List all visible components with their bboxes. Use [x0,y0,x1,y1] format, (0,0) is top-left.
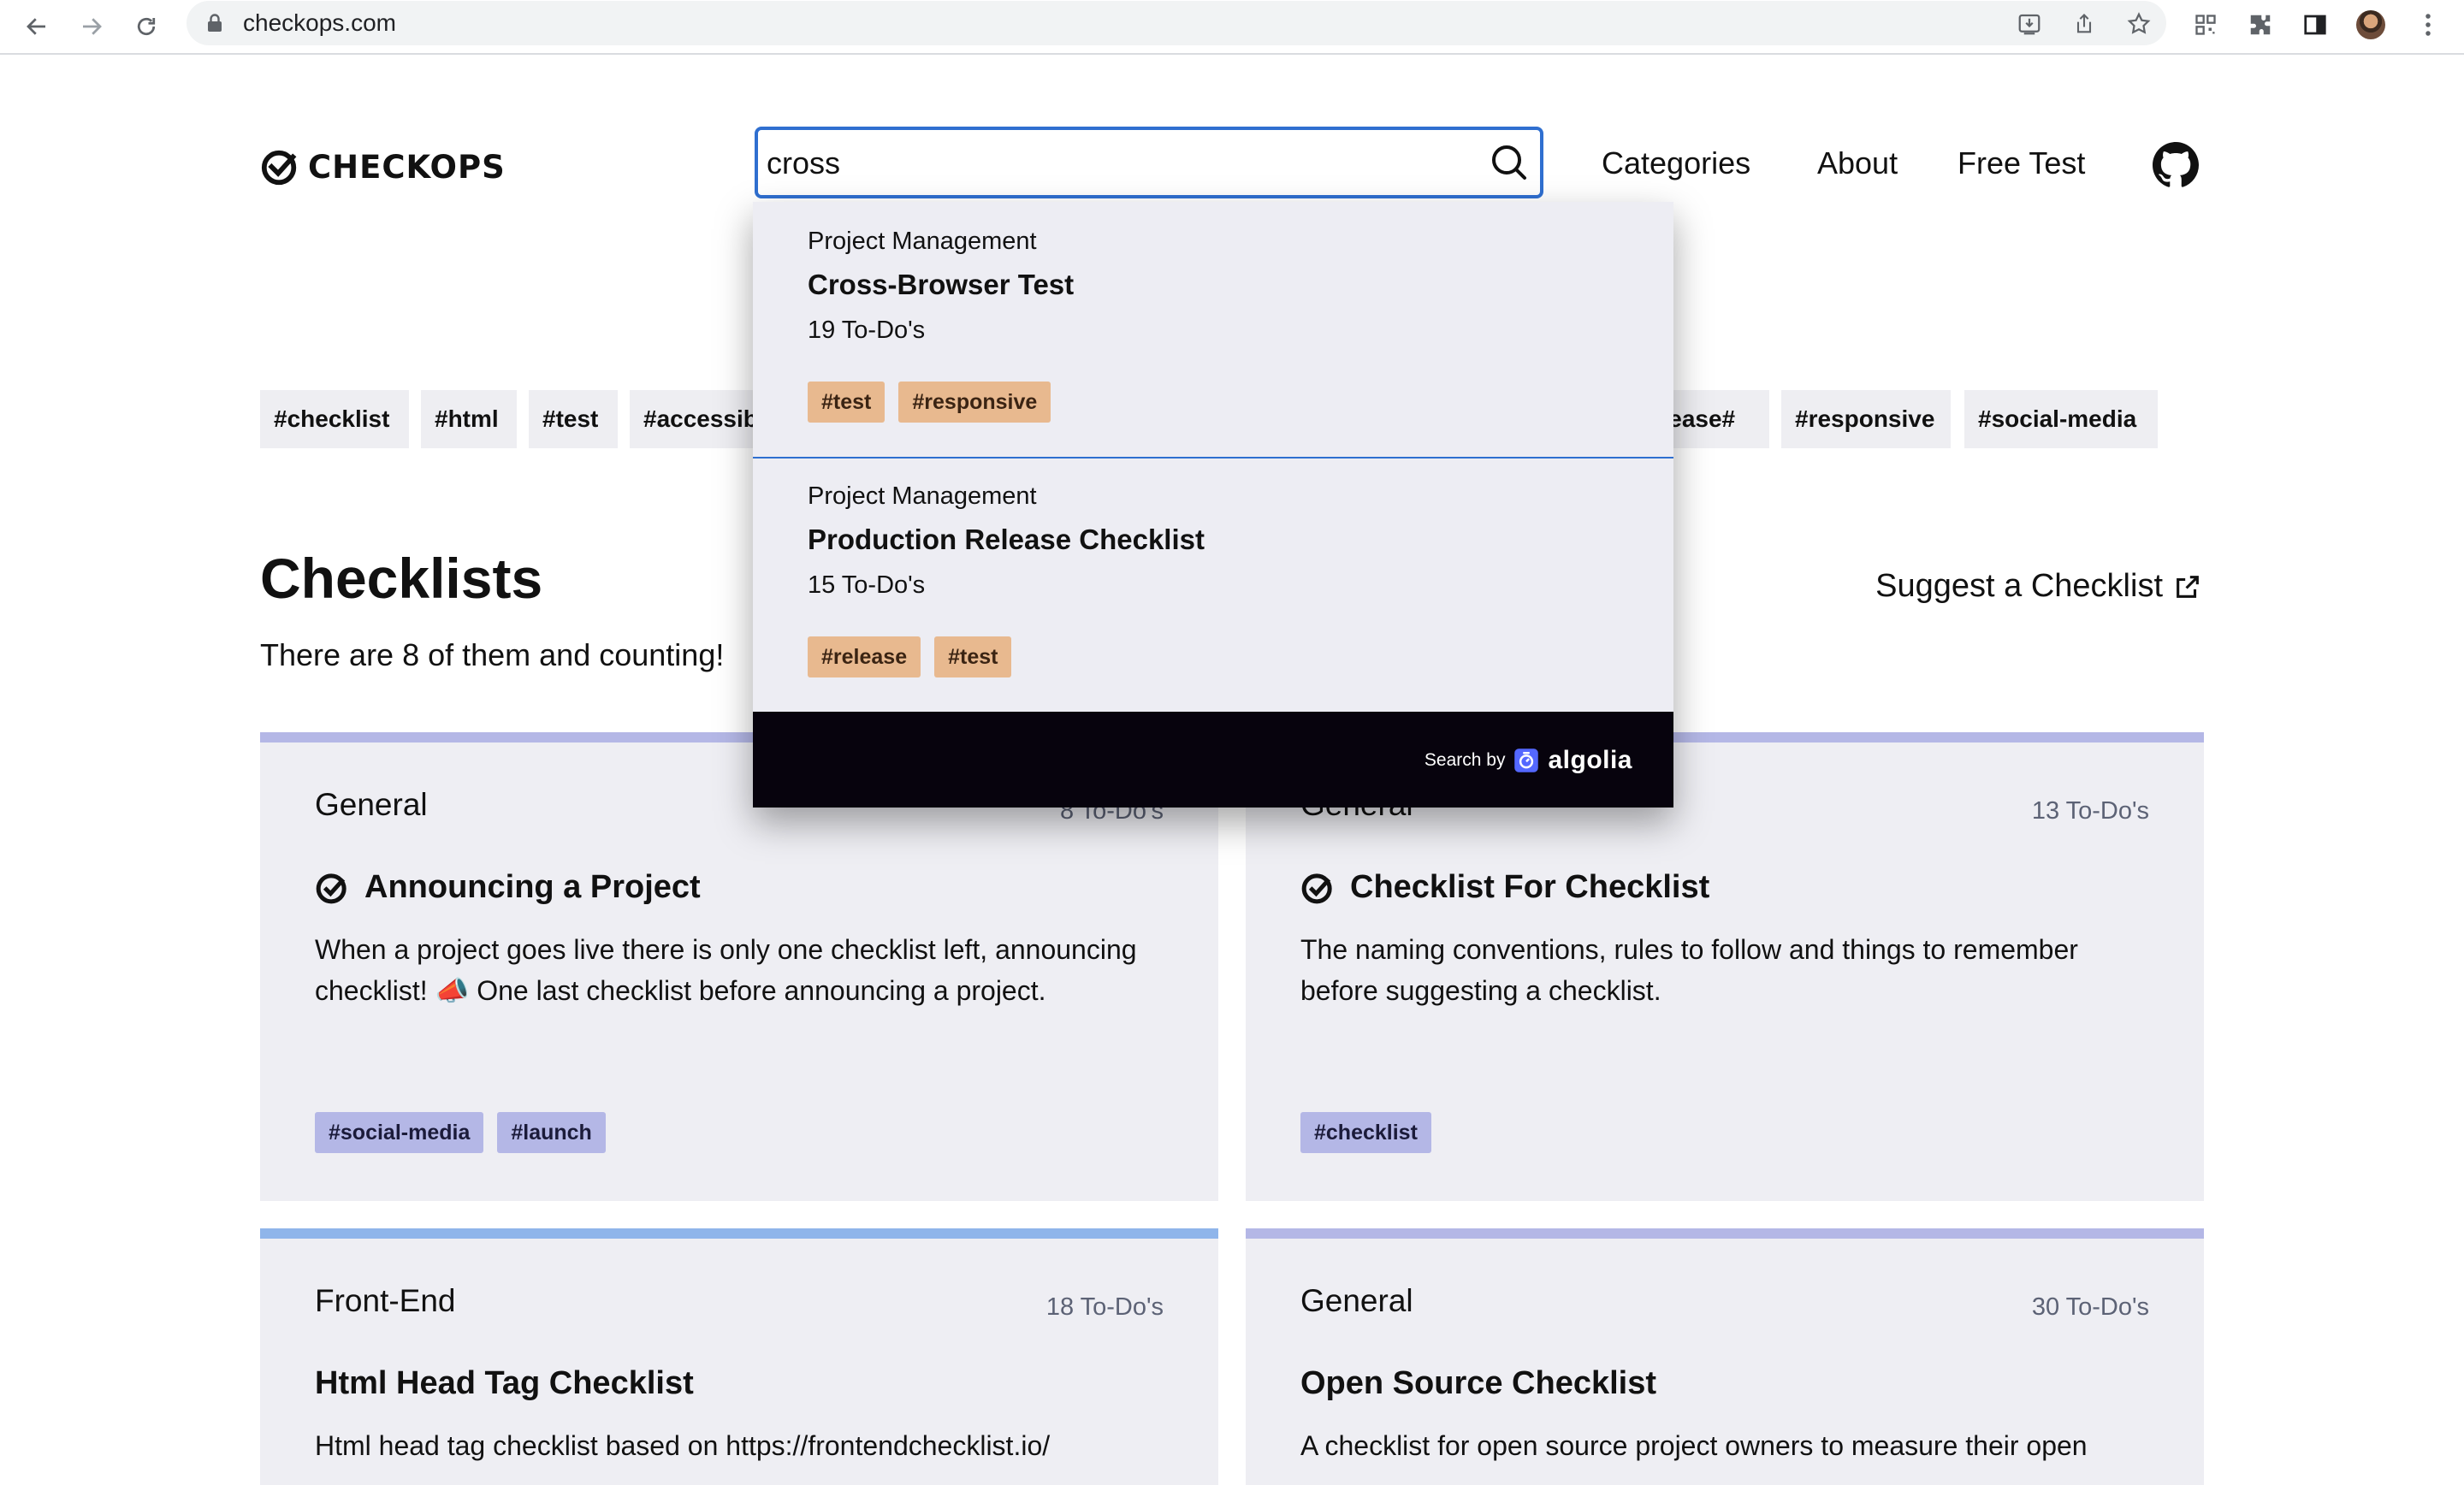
url-text: checkops.com [243,9,396,36]
extensions-puzzle-icon[interactable] [2245,9,2276,40]
arrow-right-icon [83,18,102,35]
nav-about[interactable]: About [1817,145,1898,181]
profile-avatar[interactable] [2356,10,2385,39]
card-category: Front-End [315,1283,456,1318]
side-panel-icon[interactable] [2300,9,2331,40]
card-title: Announcing a Project [364,869,701,905]
tag-chip-social-media[interactable]: #social-media [1964,390,2158,448]
tag-chip-responsive[interactable]: #responsive [1781,390,1951,448]
result-tag[interactable]: #responsive [898,382,1051,423]
card-tag[interactable]: #checklist [1300,1112,1431,1153]
search-autocomplete-panel: Project Management Cross-Browser Test 19… [753,202,1673,808]
more-menu-icon[interactable] [2413,9,2443,40]
card-title-row: Checklist For Checklist [1300,869,1709,906]
logo-check-icon [261,150,297,186]
section-title: Checklists [260,547,543,610]
card-description: A checklist for open source project owne… [1300,1430,2088,1461]
card-title: Checklist For Checklist [1350,869,1710,905]
search-icon[interactable] [1489,142,1530,183]
card-todo-count: 18 To-Do's [1045,1293,1164,1321]
search-by-algolia-link[interactable]: Search by algolia [1424,746,1632,775]
reload-icon [137,17,156,36]
qr-code-icon[interactable] [2190,9,2221,40]
card-title-row: Open Source Checklist [1300,1365,1656,1402]
algolia-logo-icon [1514,748,1539,772]
checklist-card[interactable]: General 30 To-Do's Open Source Checklist… [1246,1228,2204,1485]
result-tag[interactable]: #release [808,636,921,677]
result-tag[interactable]: #test [934,636,1012,677]
suggest-checklist-link[interactable]: Suggest a Checklist [1875,568,2202,605]
card-todo-count: 13 To-Do's [2031,797,2149,825]
card-todo-count: 30 To-Do's [2031,1293,2149,1321]
browser-toolbar: checkops.com [0,0,2464,55]
result-todo-count: 19 To-Do's [808,317,926,344]
card-description: The naming conventions, rules to follow … [1300,934,2078,1006]
result-todo-count: 15 To-Do's [808,571,926,599]
search-footer: Search by algolia [753,712,1673,808]
search-result-item[interactable]: Project Management Production Release Ch… [753,457,1673,710]
card-tags: #social-media #launch [315,1112,606,1153]
suggest-checklist-label: Suggest a Checklist [1875,568,2163,604]
card-title-row: Announcing a Project [315,869,701,906]
result-category: Project Management [808,228,1037,255]
bookmark-star-icon[interactable] [2123,9,2154,39]
arrow-left-icon [27,18,45,35]
card-description: Html head tag checklist based on https:/… [315,1430,1051,1461]
card-tag[interactable]: #launch [497,1112,606,1153]
lock-icon [205,13,224,33]
card-tag[interactable]: #social-media [315,1112,484,1153]
card-title: Open Source Checklist [1300,1365,1657,1401]
external-link-icon [2177,575,2199,598]
logo-text: CHECKOPS [308,148,506,186]
share-icon[interactable] [2069,9,2100,39]
install-app-icon[interactable] [2014,9,2045,39]
card-description: When a project goes live there is only o… [315,934,1137,1006]
algolia-brand-label: algolia [1548,746,1632,774]
card-title: Html Head Tag Checklist [315,1365,694,1401]
reload-button[interactable] [127,7,166,46]
search-input[interactable] [767,139,1468,188]
back-button[interactable] [17,7,56,46]
address-bar[interactable]: checkops.com [187,1,2166,45]
card-tags: #checklist [1300,1112,1431,1153]
card-title-row: Html Head Tag Checklist [315,1365,694,1402]
site-logo[interactable]: CHECKOPS [260,147,506,186]
checklist-card[interactable]: Front-End 18 To-Do's Html Head Tag Check… [260,1228,1218,1485]
github-icon[interactable] [2153,142,2199,188]
search-by-label: Search by [1424,750,1506,770]
check-circle-icon [316,873,346,903]
nav-free-test[interactable]: Free Test [1958,145,2085,181]
tag-chip-html[interactable]: #html [421,390,517,448]
tag-chip-checklist[interactable]: #checklist [260,390,409,448]
nav-categories[interactable]: Categories [1602,145,1750,181]
card-category: General [1300,1283,1413,1318]
card-category: General [315,787,428,822]
result-category: Project Management [808,482,1037,510]
result-title: Cross-Browser Test [808,269,1075,300]
search-result-item[interactable]: Project Management Cross-Browser Test 19… [753,202,1673,455]
result-tags: #release #test [808,636,1012,677]
result-title: Production Release Checklist [808,524,1205,555]
forward-button[interactable] [72,7,111,46]
search-box[interactable] [755,127,1543,198]
check-circle-icon [1301,873,1332,903]
tag-chip-test[interactable]: #test [529,390,618,448]
result-tag[interactable]: #test [808,382,886,423]
section-subtitle: There are 8 of them and counting! [260,637,725,672]
result-tags: #test #responsive [808,382,1051,423]
